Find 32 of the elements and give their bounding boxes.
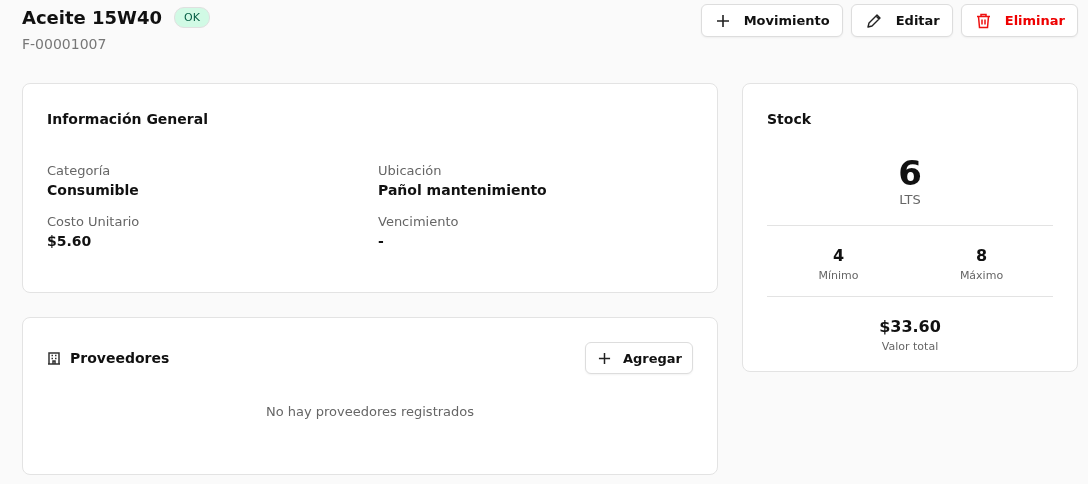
field-label: Vencimiento — [378, 214, 460, 229]
edit-button[interactable]: Editar — [850, 4, 953, 37]
plus-icon — [597, 351, 611, 365]
pencil-icon — [865, 12, 882, 29]
minimum-value: 4 — [832, 246, 845, 266]
stock-quantity: 6 — [898, 155, 922, 193]
status-badge: OK — [174, 7, 210, 28]
field-value: Pañol mantenimiento — [378, 182, 548, 198]
field-value: $5.60 — [47, 233, 93, 249]
page-title: Aceite 15W40 — [22, 7, 162, 28]
minimum-label: Mínimo — [818, 269, 859, 283]
maximum-value: 8 — [975, 246, 988, 266]
field-label: Ubicación — [378, 163, 443, 178]
building-icon — [47, 351, 61, 365]
field-value: Consumible — [47, 182, 140, 198]
item-code: F-00001007 — [22, 36, 108, 52]
maximum-label: Máximo — [959, 269, 1004, 283]
stock-unit: LTS — [899, 192, 921, 208]
field-value: - — [378, 233, 385, 249]
field-label: Categoría — [47, 163, 112, 178]
plus-icon — [715, 13, 730, 28]
card-title: Stock — [767, 111, 812, 127]
trash-icon — [975, 12, 991, 29]
card-title: Proveedores — [70, 350, 170, 366]
add-supplier-button[interactable]: Agregar — [584, 342, 693, 374]
field-label: Costo Unitario — [47, 214, 141, 229]
add-button[interactable]: Movimiento — [700, 4, 843, 37]
total-value: $33.60 — [879, 317, 941, 337]
total-label: Valor total — [881, 340, 939, 354]
empty-message: No hay proveedores registrados — [265, 404, 474, 419]
card-title: Información General — [47, 111, 209, 127]
delete-button[interactable]: Eliminar — [960, 4, 1078, 37]
